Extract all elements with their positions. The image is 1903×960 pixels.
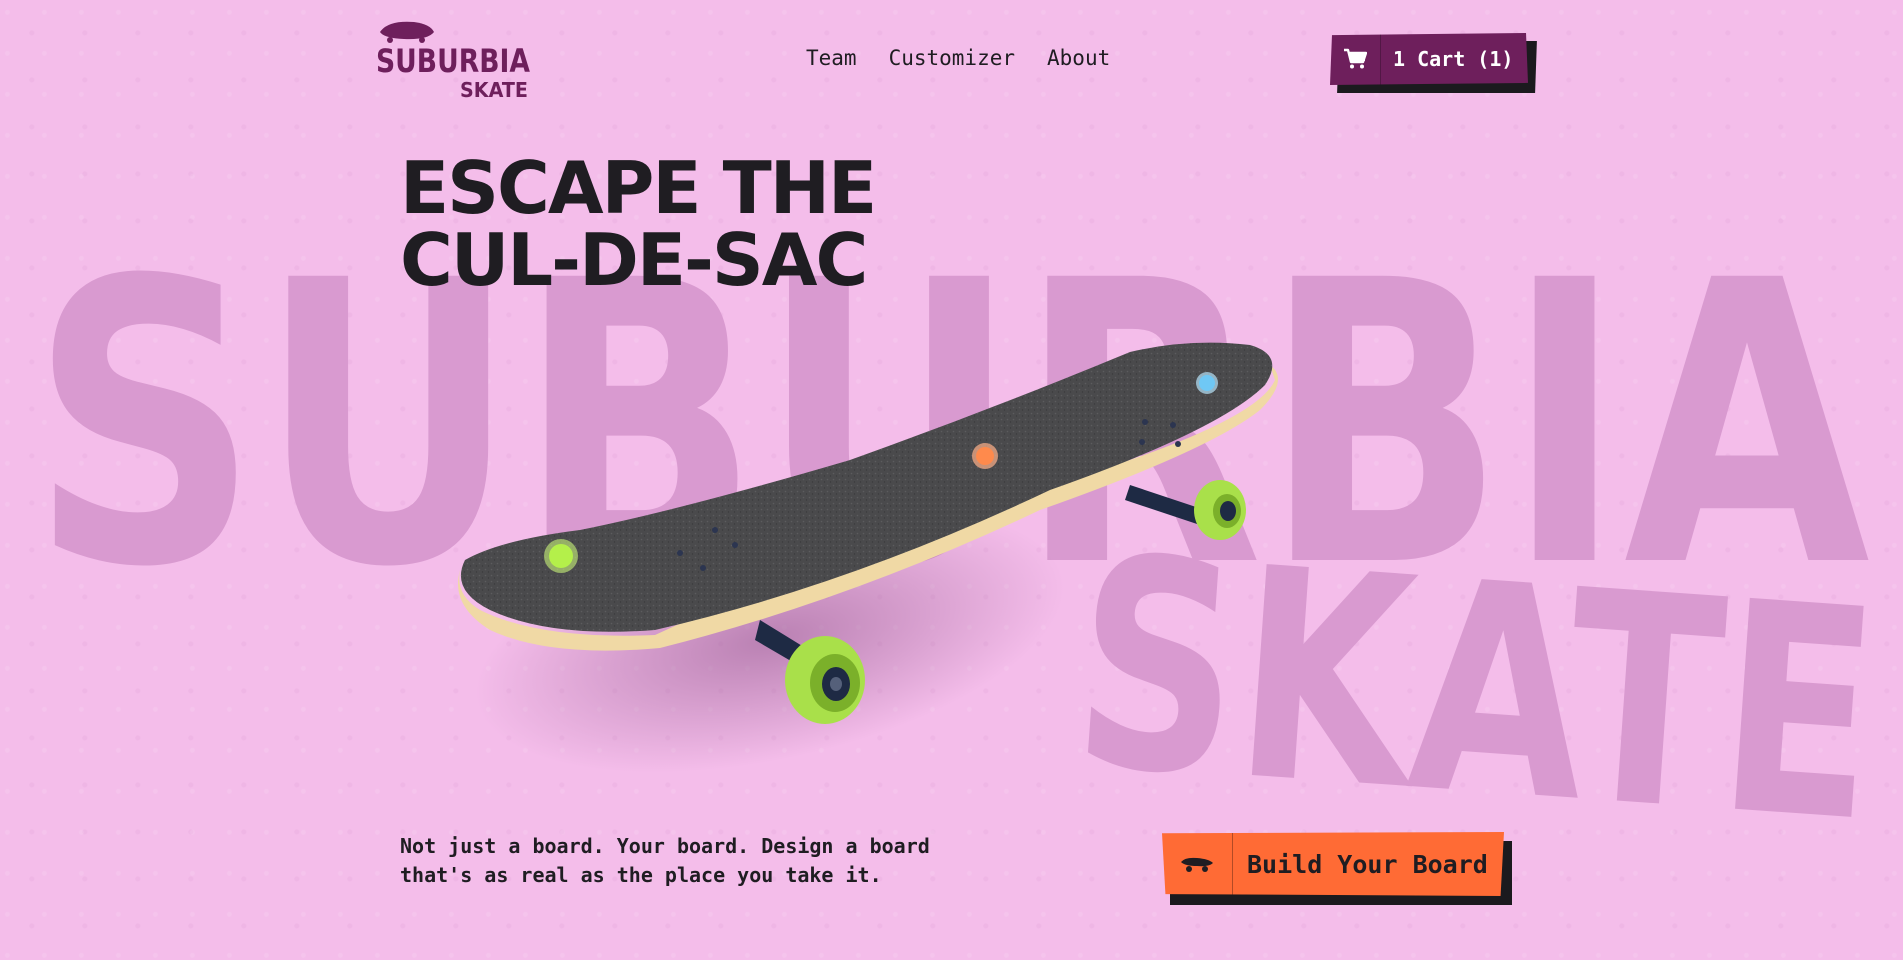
skateboard-icon (380, 21, 434, 43)
logo-subtitle: SKATE (460, 78, 528, 100)
hero-tagline: Not just a board. Your board. Design a b… (400, 834, 930, 887)
logo[interactable]: SUBURBIA SKATE (374, 18, 534, 102)
hotspot-truck[interactable] (1196, 372, 1218, 394)
skateboard-icon (1162, 832, 1233, 896)
cart-icon (1330, 33, 1381, 85)
headline-line-2: CUL-DE-SAC (400, 218, 868, 302)
skateboard-3d-view[interactable] (430, 340, 1330, 860)
hotspot-wheel[interactable] (544, 539, 578, 573)
main-nav: Team Customizer About (806, 46, 1110, 70)
nav-link-about[interactable]: About (1047, 46, 1110, 70)
hotspot-deck[interactable] (972, 443, 998, 469)
back-truck (1125, 480, 1246, 540)
nav-link-team[interactable]: Team (806, 46, 857, 70)
build-your-board-button[interactable]: Build Your Board (1162, 832, 1512, 905)
build-your-board-label: Build Your Board (1247, 849, 1488, 879)
nav-link-customizer[interactable]: Customizer (889, 46, 1015, 70)
logo-wordmark: SUBURBIA (376, 42, 530, 80)
cart-button[interactable]: 1 Cart (1) (1330, 33, 1537, 93)
hero-headline: ESCAPE THE CUL-DE-SAC (400, 152, 960, 296)
cart-label: 1 Cart (1) (1393, 47, 1514, 71)
